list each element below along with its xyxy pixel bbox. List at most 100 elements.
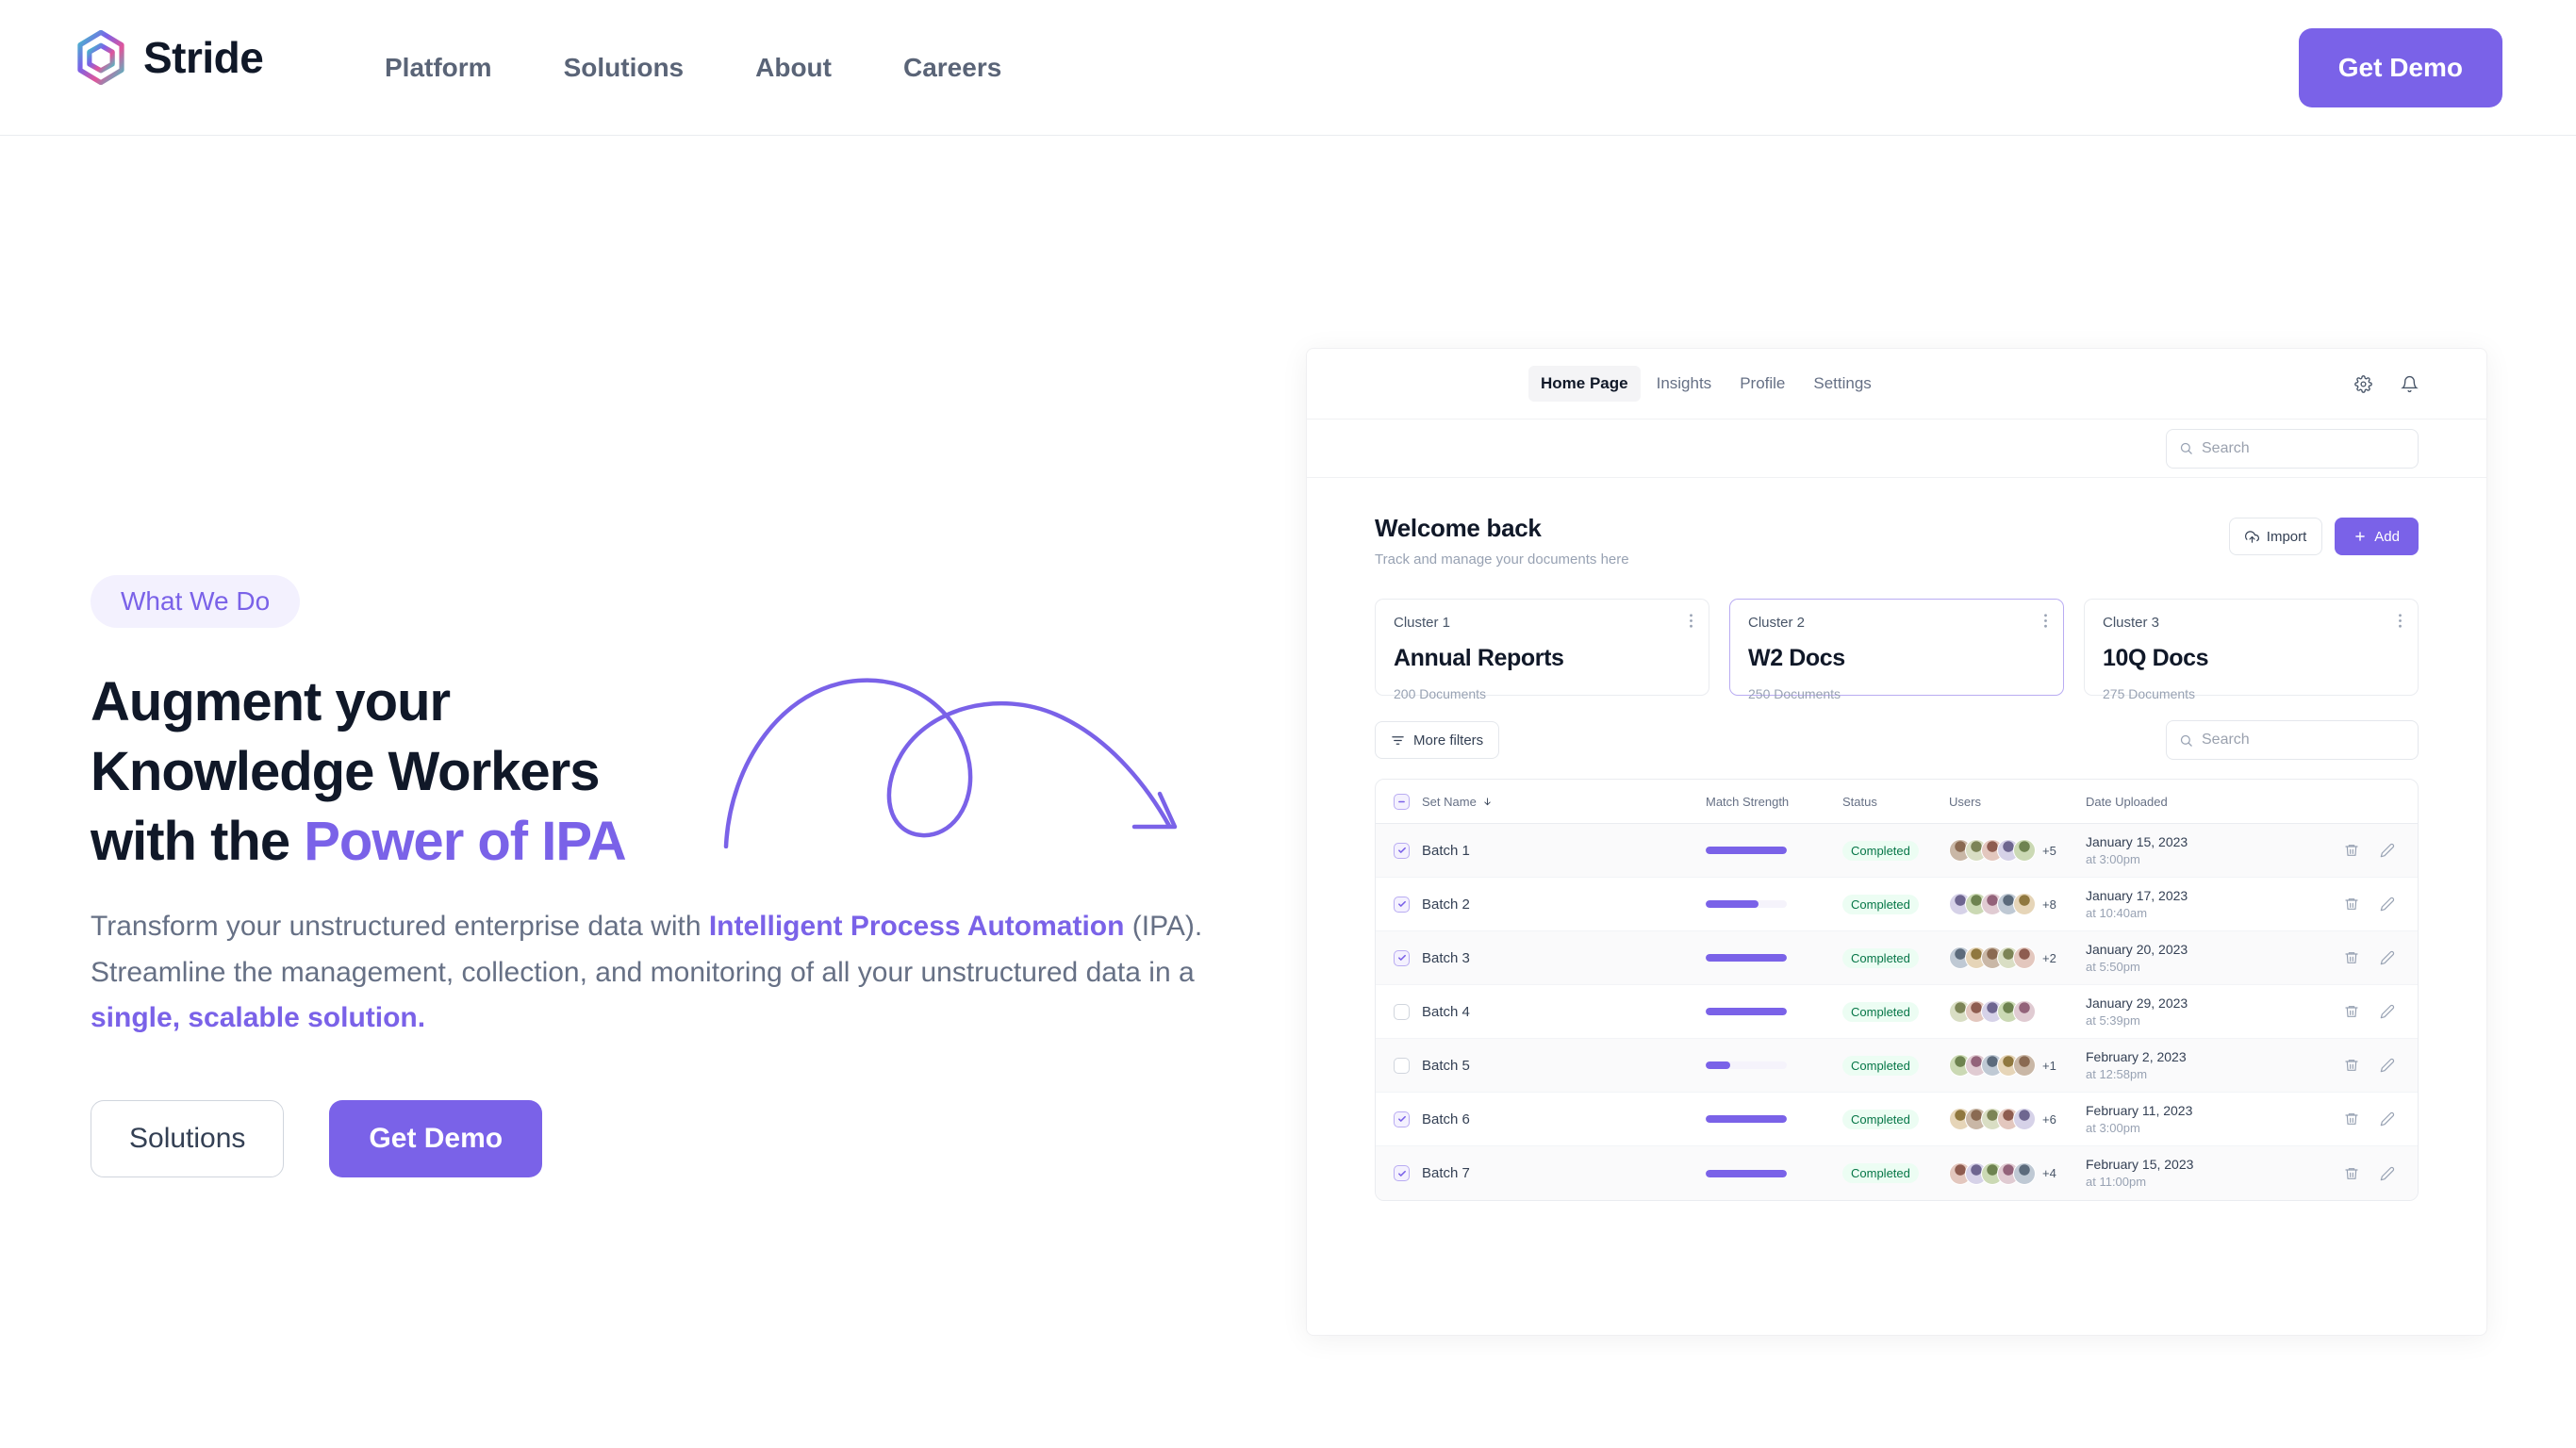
- delete-icon[interactable]: [2344, 1166, 2359, 1181]
- row-checkbox[interactable]: [1394, 1111, 1410, 1127]
- filter-icon: [1391, 733, 1405, 748]
- cell-users: +4: [1949, 1162, 2086, 1185]
- cell-users: [1949, 1000, 2086, 1023]
- row-checkbox[interactable]: [1394, 1004, 1410, 1020]
- avatar: [2013, 1108, 2036, 1130]
- row-checkbox[interactable]: [1394, 1058, 1410, 1074]
- check-icon: [1397, 953, 1407, 963]
- row-checkbox[interactable]: [1394, 950, 1410, 966]
- nav-link-platform[interactable]: Platform: [349, 53, 528, 83]
- table-row[interactable]: Batch 5Completed+1February 2, 2023at 12:…: [1376, 1039, 2418, 1093]
- cell-date-uploaded: February 2, 2023at 12:58pm: [2086, 1048, 2303, 1082]
- table-search-input[interactable]: Search: [2166, 720, 2419, 760]
- hero-body-part-1: Transform your unstructured enterprise d…: [91, 911, 709, 942]
- delete-icon[interactable]: [2344, 1058, 2359, 1073]
- nav-link-careers[interactable]: Careers: [867, 53, 1037, 83]
- more-filters-button[interactable]: More filters: [1375, 721, 1499, 759]
- cell-status: Completed: [1842, 948, 1949, 968]
- nav-link-about[interactable]: About: [719, 53, 867, 83]
- more-filters-label: More filters: [1413, 732, 1483, 749]
- hero-body-accent-2: single, scalable solution.: [91, 1002, 425, 1033]
- cluster-card-2[interactable]: Cluster 2 W2 Docs 250 Documents: [1729, 599, 2064, 696]
- edit-icon[interactable]: [2380, 1004, 2395, 1019]
- dashboard-content: Welcome back Track and manage your docum…: [1307, 478, 2486, 1201]
- edit-icon[interactable]: [2380, 897, 2395, 912]
- col-label-text: Set Name: [1422, 795, 1477, 809]
- delete-icon[interactable]: [2344, 1004, 2359, 1019]
- avatar-overflow-count: +6: [2042, 1112, 2056, 1127]
- nav-link-solutions[interactable]: Solutions: [528, 53, 720, 83]
- delete-icon[interactable]: [2344, 1111, 2359, 1127]
- edit-icon[interactable]: [2380, 950, 2395, 965]
- select-all-checkbox[interactable]: [1394, 794, 1410, 810]
- edit-icon[interactable]: [2380, 1166, 2395, 1181]
- brand-logo[interactable]: Stride: [74, 30, 263, 85]
- row-checkbox[interactable]: [1394, 897, 1410, 913]
- filter-row: More filters Search: [1375, 720, 2419, 760]
- welcome-text-block: Welcome back Track and manage your docum…: [1375, 514, 1629, 568]
- cell-set-name: Batch 2: [1376, 897, 1706, 913]
- avatar: [2013, 946, 2036, 969]
- headline-line-2: Knowledge Workers: [91, 741, 600, 802]
- kebab-menu-icon[interactable]: [2044, 614, 2047, 628]
- col-set-name: Set Name: [1376, 794, 1706, 810]
- minus-icon: [1397, 798, 1406, 806]
- match-strength-bar: [1706, 1008, 1787, 1015]
- header-search-placeholder: Search: [2202, 440, 2250, 457]
- edit-icon[interactable]: [2380, 1058, 2395, 1073]
- avatar: [2013, 1000, 2036, 1023]
- cell-date-uploaded: January 20, 2023at 5:50pm: [2086, 941, 2303, 975]
- cell-set-name: Batch 4: [1376, 1004, 1706, 1020]
- cluster-label: Cluster 3: [2103, 615, 2400, 631]
- hero-description: Transform your unstructured enterprise d…: [91, 904, 1269, 1043]
- search-icon: [2179, 441, 2193, 455]
- table-row[interactable]: Batch 1Completed+5January 15, 2023at 3:0…: [1376, 824, 2418, 878]
- tab-insights[interactable]: Insights: [1644, 366, 1725, 402]
- edit-icon[interactable]: [2380, 1111, 2395, 1127]
- gear-icon[interactable]: [2354, 375, 2372, 393]
- time-value: at 3:00pm: [2086, 1120, 2303, 1137]
- tab-profile[interactable]: Profile: [1727, 366, 1797, 402]
- cluster-label: Cluster 2: [1748, 615, 2045, 631]
- status-badge: Completed: [1842, 895, 1919, 914]
- time-value: at 5:39pm: [2086, 1012, 2303, 1029]
- solutions-button[interactable]: Solutions: [91, 1100, 284, 1177]
- add-button-label: Add: [2374, 529, 2400, 545]
- delete-icon[interactable]: [2344, 950, 2359, 965]
- kebab-menu-icon[interactable]: [2399, 614, 2402, 628]
- hero-get-demo-button[interactable]: Get Demo: [329, 1100, 542, 1177]
- sort-down-arrow-icon[interactable]: [1482, 797, 1493, 807]
- header-get-demo-button[interactable]: Get Demo: [2299, 28, 2502, 107]
- tab-home-page[interactable]: Home Page: [1528, 366, 1641, 402]
- kebab-menu-icon[interactable]: [1690, 614, 1693, 628]
- edit-icon[interactable]: [2380, 843, 2395, 858]
- table-row[interactable]: Batch 3Completed+2January 20, 2023at 5:5…: [1376, 931, 2418, 985]
- import-button[interactable]: Import: [2229, 518, 2323, 555]
- check-icon: [1397, 846, 1407, 855]
- date-value: January 17, 2023: [2086, 887, 2303, 905]
- col-match-strength: Match Strength: [1706, 795, 1842, 809]
- delete-icon[interactable]: [2344, 897, 2359, 912]
- add-button[interactable]: Add: [2335, 518, 2419, 555]
- header-search-input[interactable]: Search: [2166, 429, 2419, 469]
- cell-set-name: Batch 3: [1376, 950, 1706, 966]
- table-row[interactable]: Batch 7Completed+4February 15, 2023at 11…: [1376, 1146, 2418, 1200]
- table-row[interactable]: Batch 2Completed+8January 17, 2023at 10:…: [1376, 878, 2418, 931]
- match-strength-bar: [1706, 900, 1787, 908]
- cluster-card-3[interactable]: Cluster 3 10Q Docs 275 Documents: [2084, 599, 2419, 696]
- row-checkbox[interactable]: [1394, 1165, 1410, 1181]
- cell-set-name: Batch 7: [1376, 1165, 1706, 1181]
- delete-icon[interactable]: [2344, 843, 2359, 858]
- avatar: [2013, 839, 2036, 862]
- row-checkbox[interactable]: [1394, 843, 1410, 859]
- tab-settings[interactable]: Settings: [1801, 366, 1883, 402]
- cell-set-name: Batch 6: [1376, 1111, 1706, 1127]
- welcome-title: Welcome back: [1375, 514, 1629, 543]
- col-users: Users: [1949, 795, 2086, 809]
- cell-actions: [2303, 843, 2418, 858]
- table-row[interactable]: Batch 6Completed+6February 11, 2023at 3:…: [1376, 1093, 2418, 1146]
- table-row[interactable]: Batch 4CompletedJanuary 29, 2023at 5:39p…: [1376, 985, 2418, 1039]
- avatar: [2013, 893, 2036, 915]
- bell-icon[interactable]: [2401, 375, 2419, 393]
- cluster-card-1[interactable]: Cluster 1 Annual Reports 200 Documents: [1375, 599, 1709, 696]
